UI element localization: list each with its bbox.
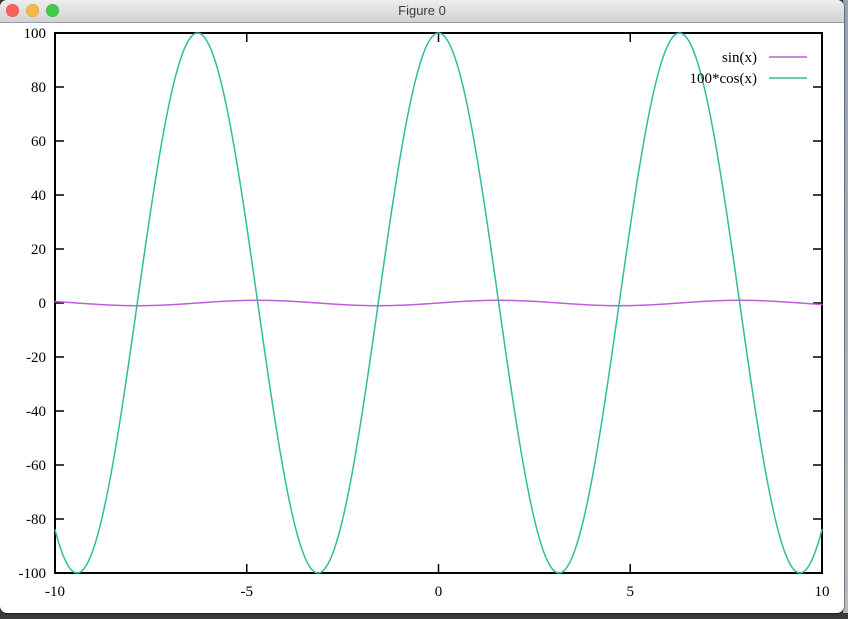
y-tick-label: -40 [26, 404, 46, 420]
y-tick-label: 80 [31, 80, 46, 96]
window-title: Figure 0 [0, 0, 844, 22]
y-tick-label: 40 [31, 188, 46, 204]
x-tick-label: 0 [435, 584, 443, 600]
y-tick-label: 20 [31, 242, 46, 258]
y-tick-label: -60 [26, 458, 46, 474]
y-tick-label: -20 [26, 350, 46, 366]
y-tick-label: 0 [39, 296, 47, 312]
x-tick-label: -10 [45, 584, 65, 600]
y-tick-label: 60 [31, 134, 46, 150]
y-tick-label: 100 [24, 26, 47, 42]
y-tick-label: -100 [19, 566, 47, 582]
plot-area: -10 -5 0 5 10 100 80 60 40 20 0 -20 -40 -60 -80 -100 sin… [0, 22, 844, 613]
legend-label-cos: 100*cos(x) [690, 71, 758, 87]
titlebar[interactable]: Figure 0 [0, 0, 844, 23]
x-tick-label: 10 [815, 584, 830, 600]
x-tick-label: 5 [627, 584, 635, 600]
figure-window: Figure 0 -10-50510100806040200-20-40-60-… [0, 0, 844, 613]
desktop-background-bottom [0, 613, 848, 619]
legend-label-sin: sin(x) [722, 50, 757, 66]
x-tick-label: -5 [241, 584, 254, 600]
chart-canvas: -10 -5 0 5 10 100 80 60 40 20 0 -20 -40 -60 -80 -100 sin… [0, 22, 844, 613]
curve-sin [55, 300, 822, 305]
y-tick-label: -80 [26, 512, 46, 528]
